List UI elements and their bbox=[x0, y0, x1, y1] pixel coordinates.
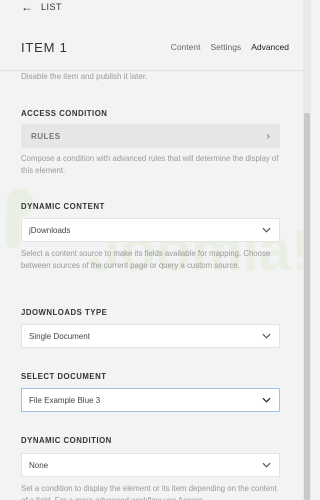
back-to-list-button[interactable]: ← LIST bbox=[21, 0, 62, 14]
arrow-left-icon: ← bbox=[21, 0, 33, 14]
dynamic-content-label: DYNAMIC CONTENT bbox=[21, 202, 105, 211]
tab-bar: Content Settings Advanced bbox=[171, 42, 289, 52]
panel-header: ITEM 1 Content Settings Advanced bbox=[21, 36, 289, 58]
access-condition-help: Compose a condition with advanced rules … bbox=[21, 154, 279, 175]
select-document-value: File Example Blue 3 bbox=[29, 395, 101, 405]
jdownloads-type-value: Single Document bbox=[29, 331, 90, 341]
dynamic-condition-label: DYNAMIC CONDITION bbox=[21, 436, 112, 445]
tab-advanced[interactable]: Advanced bbox=[251, 42, 289, 52]
rules-button[interactable]: RULES › bbox=[21, 124, 280, 148]
rules-label: RULES bbox=[31, 131, 61, 141]
chevron-down-icon bbox=[262, 227, 271, 233]
access-condition-label: ACCESS CONDITION bbox=[21, 109, 108, 118]
dynamic-content-help: Select a content source to make its fiel… bbox=[21, 249, 271, 270]
header-divider bbox=[0, 70, 303, 71]
dynamic-condition-select[interactable]: None bbox=[21, 453, 280, 477]
scrollbar-thumb[interactable] bbox=[304, 113, 310, 500]
page-title: ITEM 1 bbox=[21, 39, 68, 55]
back-label: LIST bbox=[41, 2, 63, 12]
cut-off-help-text: Disable the item and publish it later. bbox=[21, 72, 148, 81]
dynamic-content-select[interactable]: jDownloads bbox=[21, 218, 280, 242]
chevron-down-icon bbox=[262, 462, 271, 468]
jdownloads-type-label: JDOWNLOADS TYPE bbox=[21, 308, 108, 317]
chevron-down-icon bbox=[262, 333, 271, 339]
select-document-label: SELECT DOCUMENT bbox=[21, 372, 107, 381]
settings-panel: ← LIST ITEM 1 Content Settings Advanced … bbox=[0, 0, 303, 500]
select-document-select[interactable]: File Example Blue 3 bbox=[21, 388, 280, 412]
dynamic-content-value: jDownloads bbox=[29, 225, 71, 235]
chevron-down-icon bbox=[262, 397, 271, 403]
tab-content[interactable]: Content bbox=[171, 42, 201, 52]
dynamic-condition-help: Set a condition to display the element o… bbox=[21, 484, 277, 500]
dynamic-condition-value: None bbox=[29, 460, 49, 470]
scrollbar[interactable] bbox=[303, 0, 311, 500]
chevron-right-icon: › bbox=[266, 130, 270, 142]
tab-settings[interactable]: Settings bbox=[210, 42, 241, 52]
jdownloads-type-select[interactable]: Single Document bbox=[21, 324, 280, 348]
